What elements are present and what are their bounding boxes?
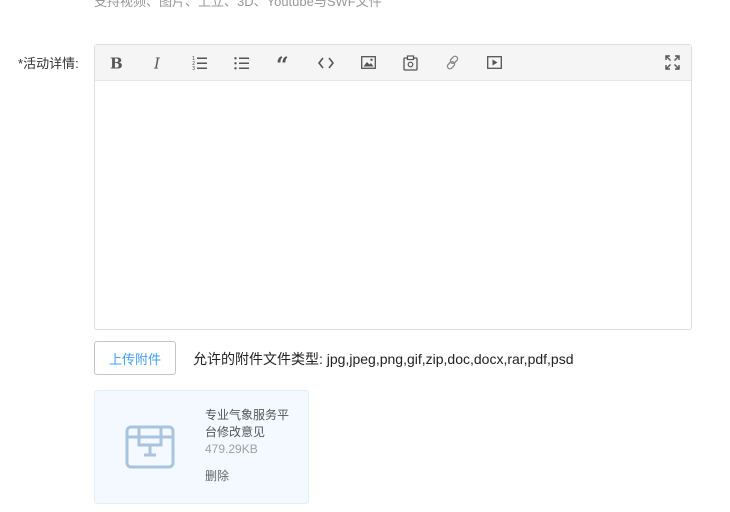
upload-attachment-button[interactable]: 上传附件 [94, 341, 176, 375]
svg-text:I: I [153, 56, 161, 70]
attachment-card: 专业气象服务平台修改意见 479.29KB 删除 [94, 390, 309, 504]
editor-content-area[interactable] [95, 81, 691, 329]
fullscreen-icon [664, 55, 680, 70]
link-button[interactable] [437, 45, 467, 80]
bold-icon: B [109, 56, 123, 70]
quote-button[interactable]: “ [269, 45, 299, 80]
attachment-name: 专业气象服务平台修改意见 [205, 408, 290, 439]
field-label-activity-details: *活动详情: [18, 53, 79, 72]
unordered-list-button[interactable] [227, 45, 257, 80]
bold-button[interactable]: B [101, 45, 131, 80]
svg-text:B: B [110, 56, 123, 70]
insert-image-button[interactable] [353, 45, 383, 80]
clipboard-icon [402, 54, 418, 71]
editor-toolbar: B I 1 2 3 “ [95, 45, 691, 81]
code-button[interactable] [311, 45, 341, 80]
italic-button[interactable]: I [143, 45, 173, 80]
paste-button[interactable] [395, 45, 425, 80]
svg-text:“: “ [276, 55, 289, 71]
code-icon [318, 56, 334, 70]
video-icon [486, 56, 502, 69]
file-box-icon [125, 425, 175, 474]
allowed-file-types-text: 允许的附件文件类型: jpg,jpeg,png,gif,zip,doc,docx… [193, 351, 574, 367]
svg-text:3: 3 [192, 66, 195, 71]
italic-icon: I [151, 56, 165, 70]
link-icon [445, 55, 460, 70]
field-label-text: 活动详情: [23, 56, 79, 71]
ordered-list-button[interactable]: 1 2 3 [185, 45, 215, 80]
fullscreen-button[interactable] [657, 45, 687, 80]
quote-icon: “ [276, 55, 292, 71]
insert-video-button[interactable] [479, 45, 509, 80]
attachment-size: 479.29KB [205, 442, 258, 456]
upload-hint-text: 支持视频、图片、上立、3D、Youtube与SWF文件 [94, 0, 382, 9]
unordered-list-icon [234, 55, 250, 71]
delete-attachment-button[interactable]: 删除 [205, 467, 229, 484]
ordered-list-icon: 1 2 3 [192, 55, 208, 71]
rich-text-editor: B I 1 2 3 “ [94, 44, 692, 330]
image-icon [360, 56, 376, 69]
